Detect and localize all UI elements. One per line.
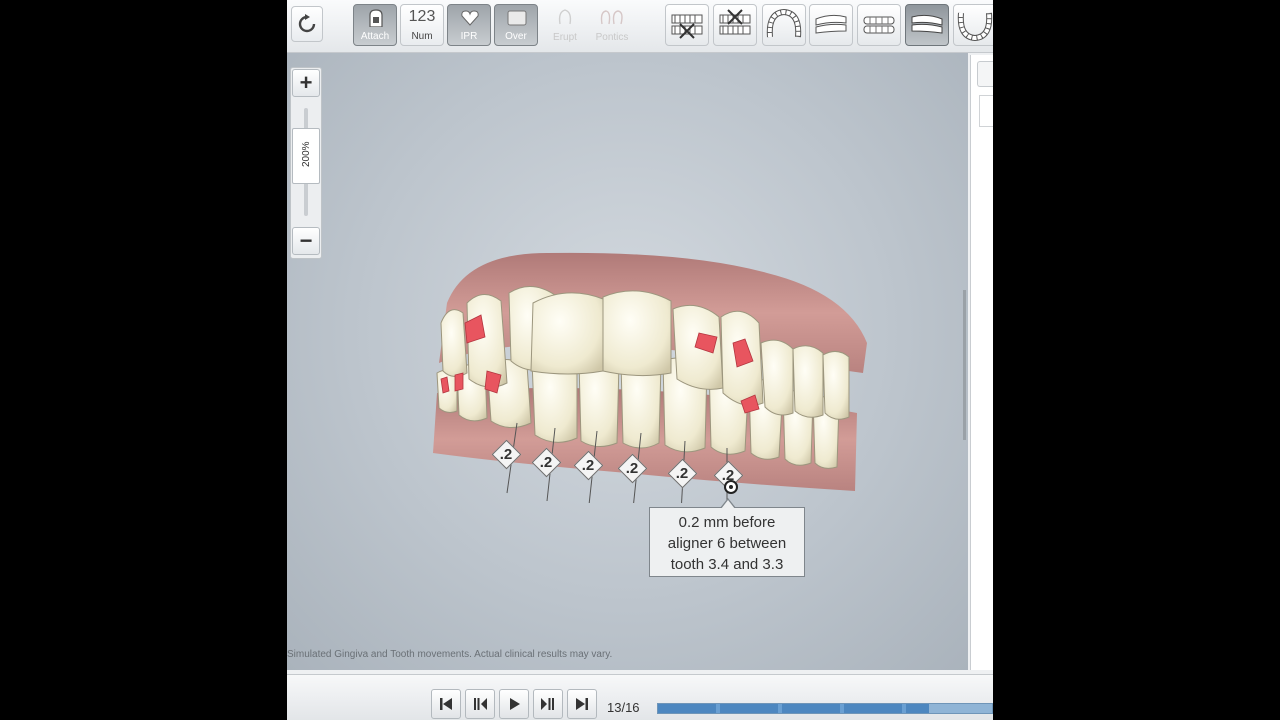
ipr-button[interactable]: IPR [447,4,491,46]
last-stage-button[interactable] [567,689,597,719]
ipr-value: .2 [499,446,513,463]
step-forward-icon [541,698,554,710]
ipr-marker-3[interactable]: .2 [573,450,604,481]
play-icon [510,698,520,710]
ipr-value: .2 [675,465,689,482]
skip-to-start-icon [440,698,452,710]
step-back-icon [474,698,487,710]
view-front-button[interactable] [857,4,901,46]
tooltip-line-1: 0.2 mm before [678,514,776,531]
side-panel-field[interactable] [979,95,993,127]
right-buccal-icon [911,14,943,34]
refresh-button[interactable] [291,6,323,42]
attach-button[interactable]: Attach [353,4,397,46]
zoom-out-button[interactable]: − [292,227,320,255]
zoom-level: 200% [301,141,312,167]
pontics-button[interactable]: Pontics [589,4,635,46]
ipr-value: .2 [539,454,553,471]
upper-arch-hidden-icon [671,14,703,39]
view-lower-occlusal-button[interactable] [953,4,993,46]
view-upper-occlusal-button[interactable] [762,4,806,46]
view-upper-hidden-button[interactable] [665,4,709,46]
first-stage-button[interactable] [431,689,461,719]
ipr-marker-5[interactable]: .2 [667,458,698,489]
ipr-marker-4[interactable]: .2 [617,453,648,484]
timeline-progress [658,704,930,713]
ipr-value: .2 [581,457,595,474]
num-button[interactable]: 123 Num [400,4,444,46]
toolbar: Attach 123 Num IPR Over Erupt Pontics [287,0,993,53]
treatment-viewer-window: Attach 123 Num IPR Over Erupt Pontics + … [287,0,993,720]
frontal-icon [863,16,895,34]
lower-occlusal-icon [957,12,993,41]
view-lower-hidden-button[interactable] [713,4,757,46]
play-button[interactable] [499,689,529,719]
attach-label: Attach [360,31,390,42]
zoom-in-button[interactable]: + [292,69,320,97]
side-panel [970,55,993,670]
over-button[interactable]: Over [494,4,538,46]
upper-occlusal-icon [766,9,802,38]
over-label: Over [505,31,527,42]
hand-cursor-icon [724,480,738,494]
num-label: Num [411,31,433,42]
zoom-slider-thumb[interactable]: 200% [292,128,320,184]
ipr-value: .2 [625,460,639,477]
refresh-icon [298,14,316,33]
num-glyph: 123 [408,8,436,25]
ipr-marker-2[interactable]: .2 [531,447,562,478]
lower-arch-hidden-icon [719,9,751,35]
pontics-icon [600,10,623,25]
viewport-scrollbar[interactable] [963,290,966,440]
pontics-label: Pontics [595,32,629,43]
ipr-marker-1[interactable]: .2 [491,439,522,470]
stage-counter: 13/16 [607,700,640,715]
zoom-control: + 200% − [290,67,322,259]
left-buccal-icon [815,14,847,34]
skip-to-end-icon [576,698,588,710]
stage-timeline[interactable] [657,703,993,714]
view-right-button[interactable] [905,4,949,46]
playback-bar: 13/16 [287,674,993,720]
tooltip-line-2: aligner 6 between [667,535,787,552]
heart-icon [461,10,479,26]
side-panel-tab[interactable] [977,61,993,87]
next-stage-button[interactable] [533,689,563,719]
ipr-tooltip: 0.2 mm before aligner 6 between tooth 3.… [649,498,805,577]
attachment-marker [454,372,464,392]
view-left-button[interactable] [809,4,853,46]
ipr-label: IPR [460,31,478,42]
erupt-label: Erupt [553,32,577,43]
erupt-icon [558,9,572,25]
previous-stage-button[interactable] [465,689,495,719]
erupt-button[interactable]: Erupt [545,4,585,46]
tooltip-line-3: tooth 3.4 and 3.3 [670,556,784,573]
attachment-icon [369,9,383,27]
overlay-icon [507,10,527,26]
3d-viewport[interactable]: + 200% − .2 .2 .2 .2 .2 .2 0.2 mm before… [287,53,968,670]
disclaimer-text: Simulated Gingiva and Tooth movements. A… [287,649,613,660]
